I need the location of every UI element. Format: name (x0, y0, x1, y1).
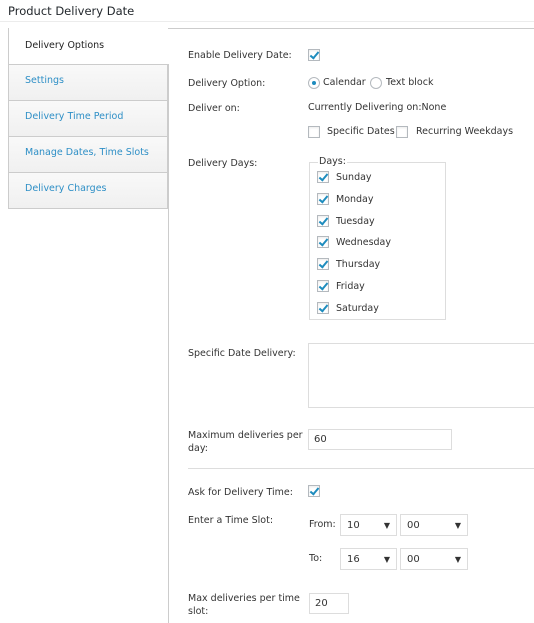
to-minute-select[interactable]: 00 ▼ (400, 548, 468, 570)
day-label-wednesday: Wednesday (336, 237, 392, 248)
text-block-radio[interactable] (370, 77, 382, 89)
time-slot-label: Enter a Time Slot: (188, 515, 274, 526)
recurring-weekdays-label: Recurring Weekdays (416, 126, 514, 137)
deliver-on-status: Currently Delivering on:None (308, 102, 447, 113)
page-header: Product Delivery Date (0, 0, 534, 22)
to-hour-value: 16 (347, 554, 360, 565)
enable-delivery-date-checkbox[interactable] (308, 49, 320, 61)
from-minute-select[interactable]: 00 ▼ (400, 514, 468, 536)
max-deliveries-per-day-label-line2: day: (188, 443, 208, 454)
day-label-sunday: Sunday (336, 172, 372, 183)
max-deliveries-per-day-label: Maximum deliveries per day: (188, 429, 303, 455)
calendar-radio-label: Calendar (323, 77, 366, 88)
days-legend: Days: (318, 156, 347, 167)
from-hour-value: 10 (347, 520, 360, 531)
day-label-monday: Monday (336, 194, 374, 205)
max-deliveries-per-slot-label-line2: slot: (188, 606, 209, 617)
max-deliveries-per-day-label-line1: Maximum deliveries per (188, 430, 303, 441)
to-label: To: (309, 553, 323, 564)
to-minute-value: 00 (407, 554, 420, 565)
calendar-radio[interactable] (308, 77, 320, 89)
section-divider (188, 468, 534, 469)
content-border-top (168, 28, 534, 29)
day-checkbox-wednesday[interactable] (317, 236, 329, 248)
max-deliveries-per-slot-input[interactable]: 20 (309, 593, 349, 614)
tab-manage-dates-time-slots[interactable]: Manage Dates, Time Slots (9, 136, 168, 172)
day-checkbox-tuesday[interactable] (317, 215, 329, 227)
ask-delivery-time-checkbox[interactable] (308, 485, 320, 497)
day-label-saturday: Saturday (336, 303, 379, 314)
chevron-down-icon: ▼ (383, 555, 390, 564)
from-hour-select[interactable]: 10 ▼ (340, 514, 397, 536)
tab-delivery-time-period[interactable]: Delivery Time Period (9, 100, 168, 136)
max-deliveries-per-day-input[interactable]: 60 (308, 429, 452, 450)
content-border-left (168, 64, 169, 623)
day-checkbox-sunday[interactable] (317, 171, 329, 183)
max-deliveries-per-slot-label: Max deliveries per time slot: (188, 592, 300, 618)
delivery-option-label: Delivery Option: (188, 78, 266, 89)
deliver-on-label: Deliver on: (188, 103, 240, 114)
day-checkbox-thursday[interactable] (317, 258, 329, 270)
max-deliveries-per-slot-label-line1: Max deliveries per time (188, 593, 300, 604)
to-hour-select[interactable]: 16 ▼ (340, 548, 397, 570)
day-label-thursday: Thursday (336, 259, 381, 270)
specific-date-delivery-label: Specific Date Delivery: (188, 348, 296, 359)
tab-delivery-options[interactable]: Delivery Options (9, 28, 168, 64)
chevron-down-icon: ▼ (454, 521, 461, 530)
ask-delivery-time-label: Ask for Delivery Time: (188, 487, 293, 498)
from-minute-value: 00 (407, 520, 420, 531)
tab-delivery-charges[interactable]: Delivery Charges (9, 172, 168, 208)
chevron-down-icon: ▼ (454, 555, 461, 564)
specific-date-delivery-textarea[interactable] (308, 343, 534, 408)
recurring-weekdays-checkbox[interactable] (396, 126, 408, 138)
day-checkbox-saturday[interactable] (317, 302, 329, 314)
specific-dates-label: Specific Dates (327, 126, 395, 137)
delivery-days-label: Delivery Days: (188, 158, 258, 169)
day-label-tuesday: Tuesday (336, 216, 375, 227)
text-block-radio-label: Text block (386, 77, 434, 88)
enable-delivery-date-label: Enable Delivery Date: (188, 50, 292, 61)
settings-tabs: Delivery Options Settings Delivery Time … (8, 28, 168, 209)
specific-dates-checkbox[interactable] (308, 126, 320, 138)
day-checkbox-monday[interactable] (317, 193, 329, 205)
day-checkbox-friday[interactable] (317, 280, 329, 292)
chevron-down-icon: ▼ (383, 521, 390, 530)
tab-settings[interactable]: Settings (9, 64, 168, 100)
from-label: From: (309, 519, 336, 530)
day-label-friday: Friday (336, 281, 365, 292)
page-title: Product Delivery Date (8, 4, 135, 18)
